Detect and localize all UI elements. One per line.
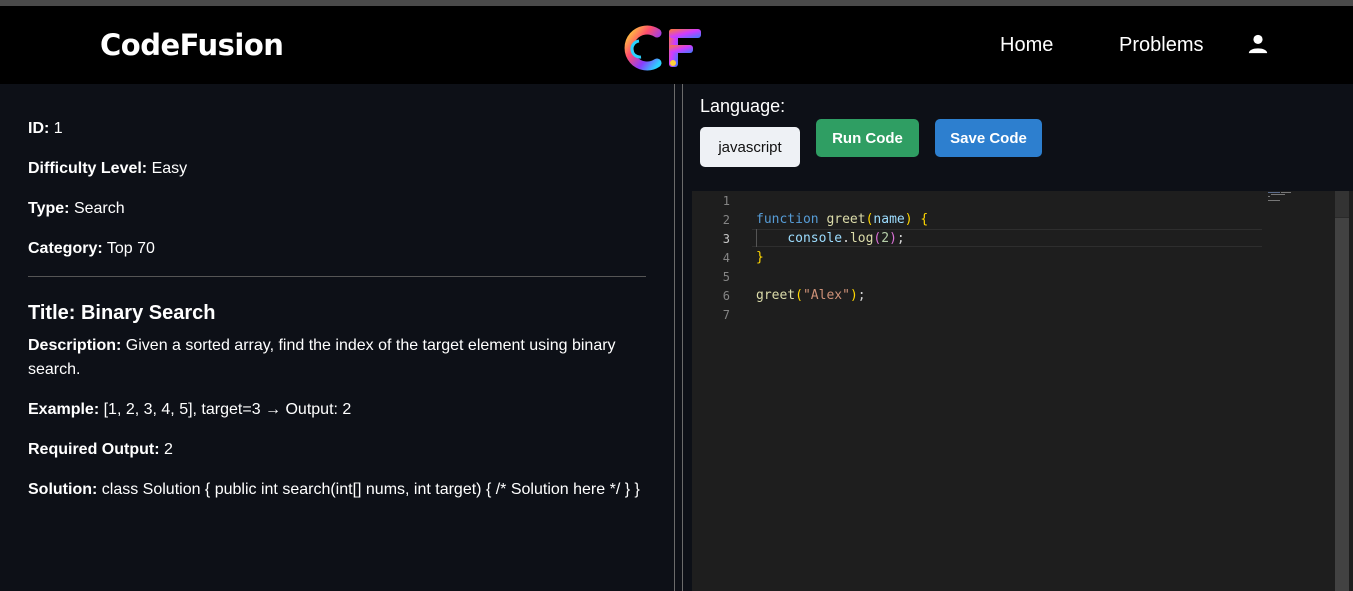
codefusion-logo[interactable] — [617, 23, 705, 71]
description-paragraph: Description: Given a sorted array, find … — [28, 334, 628, 382]
example-text: [1, 2, 3, 4, 5], target=3 → Output: 2 — [103, 401, 352, 418]
editor-scrollbar-thumb[interactable] — [1335, 218, 1349, 591]
line-number: 6 — [722, 289, 730, 303]
type-value: Search — [73, 200, 125, 217]
editor-scrollbar-top — [1335, 191, 1349, 217]
nav-home-link[interactable]: Home — [1000, 34, 1053, 57]
example-paragraph: Example: [1, 2, 3, 4, 5], target=3 → Out… — [28, 398, 628, 422]
details-divider — [28, 276, 646, 277]
difficulty-label: Difficulty Level: — [28, 160, 148, 177]
code-editor[interactable]: 1 2 3 4 5 6 7 function greet(name) { con… — [692, 191, 1353, 591]
code-line-2: function greet(name) { — [756, 212, 929, 227]
example-label: Example: — [28, 401, 100, 418]
category-row: Category: Top 70 — [28, 240, 155, 258]
solution-paragraph: Solution: class Solution { public int se… — [28, 478, 668, 502]
solution-text: class Solution { public int search(int[]… — [101, 481, 640, 498]
navbar: CodeFusion Home Problems — [0, 6, 1353, 84]
language-label: Language: — [700, 96, 786, 116]
type-label: Type: — [28, 200, 70, 217]
difficulty-value: Easy — [151, 160, 188, 177]
language-select[interactable]: javascript — [700, 127, 800, 167]
required-output-text: 2 — [164, 441, 173, 458]
category-value: Top 70 — [106, 240, 155, 257]
code-line-6: greet("Alex"); — [756, 288, 866, 303]
run-code-button[interactable]: Run Code — [816, 119, 919, 157]
category-label: Category: — [28, 240, 103, 257]
problem-id-value: 1 — [53, 120, 63, 137]
user-icon[interactable] — [1247, 33, 1269, 55]
type-row: Type: Search — [28, 200, 125, 218]
save-code-button[interactable]: Save Code — [935, 119, 1042, 157]
editor-minimap[interactable] — [1268, 191, 1296, 205]
nav-problems-link[interactable]: Problems — [1119, 34, 1203, 57]
code-line-4: } — [756, 250, 764, 265]
line-number: 4 — [722, 251, 730, 265]
problem-id-row: ID: 1 — [28, 120, 63, 138]
problem-title: Title: Binary Search — [28, 302, 216, 324]
solution-label: Solution: — [28, 481, 98, 498]
problem-id-label: ID: — [28, 120, 50, 137]
split-divider[interactable] — [674, 84, 675, 591]
required-output-paragraph: Required Output: 2 — [28, 438, 628, 462]
difficulty-row: Difficulty Level: Easy — [28, 160, 187, 178]
line-number: 7 — [722, 308, 730, 322]
required-output-label: Required Output: — [28, 441, 160, 458]
line-number-active: 3 — [722, 232, 730, 246]
line-number: 2 — [722, 213, 730, 227]
brand-name[interactable]: CodeFusion — [100, 28, 284, 62]
code-line-3: console.log(2); — [787, 231, 905, 246]
line-number: 1 — [722, 194, 730, 208]
description-label: Description: — [28, 337, 122, 354]
line-number: 5 — [722, 270, 730, 284]
